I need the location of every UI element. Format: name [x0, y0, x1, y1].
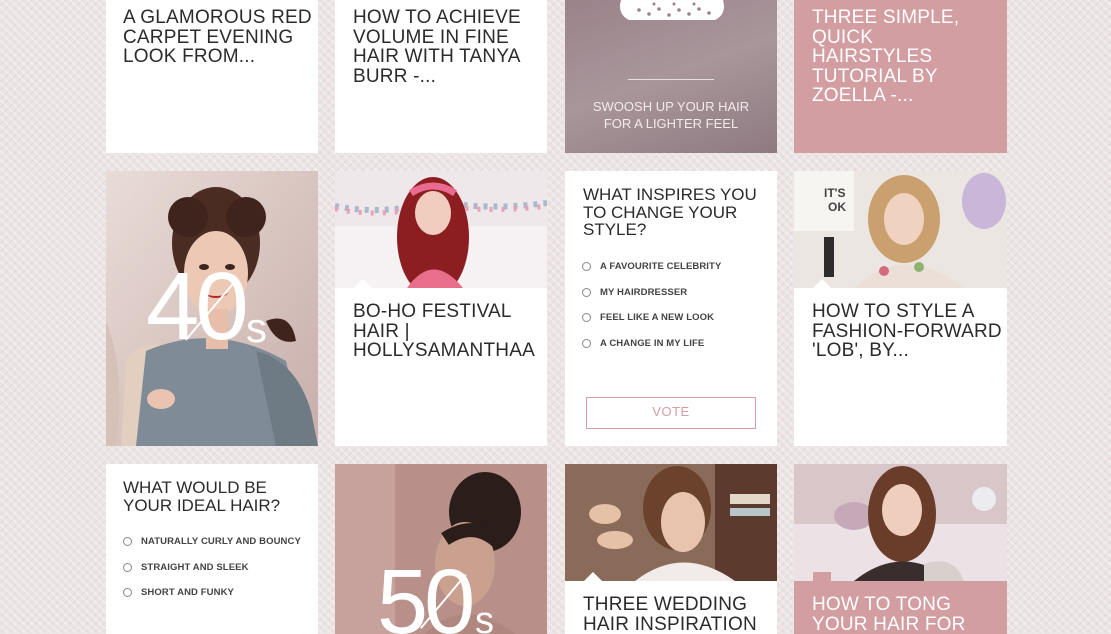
radio-button[interactable] [123, 563, 132, 572]
decade-number: 40 [146, 253, 249, 360]
card-notch [584, 572, 602, 581]
option-label: STRAIGHT AND SLEEK [141, 562, 249, 573]
poll-option-hairdresser[interactable]: MY HAIRDRESSER [582, 287, 687, 298]
poll-ideal-hair: WHAT WOULD BE YOUR IDEAL HAIR? NATURALLY… [106, 464, 318, 634]
card-caption: SWOOSH UP YOUR HAIR FOR A LIGHTER FEEL [592, 99, 750, 131]
card-notch [354, 279, 372, 288]
card-title: HOW TO TONG YOUR HAIR FOR [812, 594, 966, 634]
svg-text:IT'S: IT'S [824, 186, 846, 200]
card-title: HOW TO STYLE A FASHION-FORWARD 'LOB', BY… [812, 301, 1002, 361]
radio-button[interactable] [123, 537, 132, 546]
card-wedding-hair[interactable]: THREE WEDDING HAIR INSPIRATION [565, 464, 777, 634]
option-label: SHORT AND FUNKY [141, 587, 234, 598]
poll-inspire-style: WHAT INSPIRES YOU TO CHANGE YOUR STYLE? … [565, 171, 777, 446]
boho-photo [335, 171, 547, 288]
radio-button[interactable] [582, 262, 591, 271]
option-label: MY HAIRDRESSER [600, 287, 688, 298]
card-lob-style[interactable]: IT'S OK HOW TO STYLE A FASHION-FORWARD '… [794, 171, 1007, 446]
poll-option-curly[interactable]: NATURALLY CURLY AND BOUNCY [123, 536, 301, 547]
card-title: THREE SIMPLE, QUICK HAIRSTYLES TUTORIAL … [812, 7, 960, 106]
card-fifties-hair[interactable]: 50 s [335, 464, 547, 634]
poll-option-new-look[interactable]: FEEL LIKE A NEW LOOK [582, 312, 714, 323]
tong-photo [794, 464, 1007, 581]
vote-button[interactable]: VOTE [586, 397, 756, 429]
option-label: FEEL LIKE A NEW LOOK [600, 312, 715, 323]
radio-button[interactable] [582, 288, 591, 297]
radio-button[interactable] [123, 588, 132, 597]
card-volume-tanya-burr[interactable]: HOW TO ACHIEVE VOLUME IN FINE HAIR WITH … [335, 0, 547, 153]
radio-button[interactable] [582, 313, 591, 322]
wedding-photo [565, 464, 777, 581]
card-red-carpet[interactable]: A GLAMOROUS RED CARPET EVENING LOOK FROM… [106, 0, 318, 153]
poll-option-short[interactable]: SHORT AND FUNKY [123, 587, 234, 598]
card-notch [813, 279, 831, 288]
card-boho-festival[interactable]: BO-HO FESTIVAL HAIR | HOLLYSAMANTHAA [335, 171, 547, 446]
option-label: NATURALLY CURLY AND BOUNCY [141, 536, 301, 547]
poll-option-life-change[interactable]: A CHANGE IN MY LIFE [582, 338, 704, 349]
option-label: A FAVOURITE CELEBRITY [600, 261, 722, 272]
card-forties-hair[interactable]: 40 s [106, 171, 318, 446]
decade-suffix: s [475, 600, 494, 634]
option-label: A CHANGE IN MY LIFE [600, 338, 705, 349]
poll-option-sleek[interactable]: STRAIGHT AND SLEEK [123, 562, 249, 573]
card-title: BO-HO FESTIVAL HAIR | HOLLYSAMANTHAA [353, 301, 535, 361]
hair-clip-illustration [620, 0, 724, 20]
poll-question: WHAT INSPIRES YOU TO CHANGE YOUR STYLE? [583, 185, 757, 239]
divider-line [628, 79, 714, 80]
decade-suffix: s [246, 304, 267, 351]
card-title: A GLAMOROUS RED CARPET EVENING LOOK FROM… [123, 7, 312, 67]
poll-option-celebrity[interactable]: A FAVOURITE CELEBRITY [582, 261, 721, 272]
card-zoella-simple-hairstyles[interactable]: THREE SIMPLE, QUICK HAIRSTYLES TUTORIAL … [794, 0, 1007, 153]
card-notch [813, 572, 831, 581]
poll-question: WHAT WOULD BE YOUR IDEAL HAIR? [123, 478, 281, 515]
svg-text:OK: OK [828, 200, 846, 214]
card-title: HOW TO ACHIEVE VOLUME IN FINE HAIR WITH … [353, 7, 521, 87]
radio-button[interactable] [582, 339, 591, 348]
lob-photo: IT'S OK [794, 171, 1007, 288]
card-tong-hair[interactable]: HOW TO TONG YOUR HAIR FOR [794, 464, 1007, 634]
card-title: THREE WEDDING HAIR INSPIRATION [583, 594, 757, 634]
card-swoosh[interactable]: SWOOSH UP YOUR HAIR FOR A LIGHTER FEEL [565, 0, 777, 153]
